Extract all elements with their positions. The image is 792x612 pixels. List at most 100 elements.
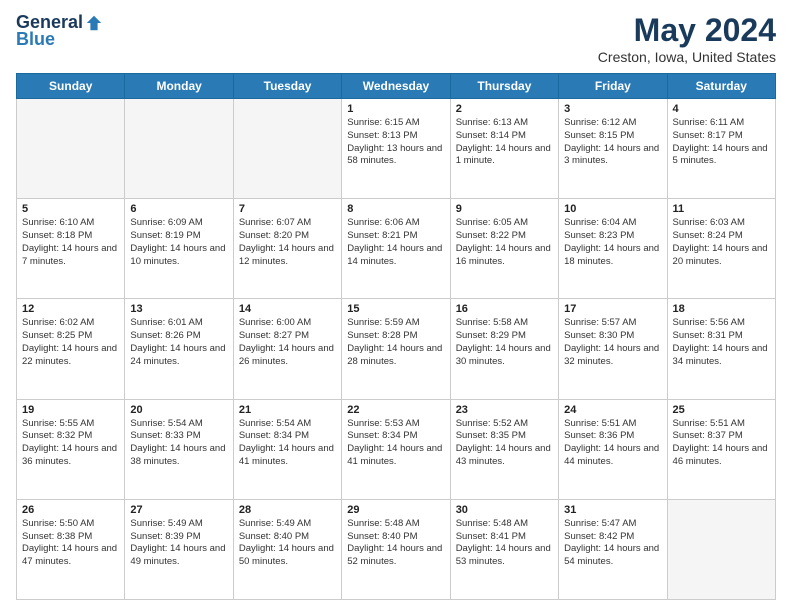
page: General Blue May 2024 Creston, Iowa, Uni… [0,0,792,612]
logo-icon [85,14,103,32]
calendar-cell: 29Sunrise: 5:48 AMSunset: 8:40 PMDayligh… [342,499,450,599]
day-number: 1 [347,103,444,115]
day-number: 9 [456,203,553,215]
logo-blue: Blue [16,29,55,50]
calendar-cell [125,99,233,199]
calendar-cell: 23 Sunrise: 5:52 AMSunset: 8:35 PMDayligh… [450,399,558,499]
month-title: May 2024 [598,12,776,49]
calendar-cell: 12 Sunrise: 6:02 AMSunset: 8:25 PMDayligh… [17,299,125,399]
day-number: 21 [239,404,336,416]
col-header-thursday: Thursday [450,74,558,99]
calendar-cell: 10Sunrise: 6:04 AMSunset: 8:23 PMDayligh… [559,199,667,299]
calendar-cell: 30 Sunrise: 5:48 AMSunset: 8:41 PMDayligh… [450,499,558,599]
cell-info: Sunrise: 5:56 AMSunset: 8:31 PMDaylight:… [673,317,770,368]
cell-info: Sunrise: 6:02 AMSunset: 8:25 PMDaylight:… [22,317,119,368]
cell-info: Sunrise: 5:52 AMSunset: 8:35 PMDaylight:… [456,418,553,469]
calendar-cell: 27Sunrise: 5:49 AMSunset: 8:39 PMDayligh… [125,499,233,599]
cell-info: Sunrise: 6:07 AMSunset: 8:20 PMDaylight:… [239,217,336,268]
cell-info: Sunrise: 6:03 AMSunset: 8:24 PMDaylight:… [673,217,770,268]
calendar-cell: 6Sunrise: 6:09 AMSunset: 8:19 PMDaylight… [125,199,233,299]
logo: General Blue [16,12,103,50]
calendar-cell: 8 Sunrise: 6:06 AMSunset: 8:21 PMDaylight… [342,199,450,299]
week-row-4: 26 Sunrise: 5:50 AMSunset: 8:38 PMDayligh… [17,499,776,599]
cell-info: Sunrise: 6:10 AMSunset: 8:18 PMDaylight:… [22,217,119,268]
col-header-friday: Friday [559,74,667,99]
calendar: SundayMondayTuesdayWednesdayThursdayFrid… [16,73,776,600]
day-number: 6 [130,203,227,215]
cell-info: Sunrise: 5:57 AMSunset: 8:30 PMDaylight:… [564,317,661,368]
cell-info: Sunrise: 5:51 AMSunset: 8:36 PMDaylight:… [564,418,661,469]
cell-info: Sunrise: 6:15 AMSunset: 8:13 PMDaylight:… [347,117,444,168]
cell-info: Sunrise: 5:58 AMSunset: 8:29 PMDaylight:… [456,317,553,368]
day-number: 26 [22,504,119,516]
day-number: 16 [456,303,553,315]
week-row-2: 12 Sunrise: 6:02 AMSunset: 8:25 PMDayligh… [17,299,776,399]
day-number: 7 [239,203,336,215]
calendar-cell [233,99,341,199]
day-number: 8 [347,203,444,215]
calendar-cell: 13 Sunrise: 6:01 AMSunset: 8:26 PMDayligh… [125,299,233,399]
cell-info: Sunrise: 5:53 AMSunset: 8:34 PMDaylight:… [347,418,444,469]
cell-info: Sunrise: 5:47 AMSunset: 8:42 PMDaylight:… [564,518,661,569]
cell-info: Sunrise: 6:05 AMSunset: 8:22 PMDaylight:… [456,217,553,268]
calendar-cell: 11 Sunrise: 6:03 AMSunset: 8:24 PMDayligh… [667,199,775,299]
cell-info: Sunrise: 5:49 AMSunset: 8:40 PMDaylight:… [239,518,336,569]
calendar-cell: 21Sunrise: 5:54 AMSunset: 8:34 PMDayligh… [233,399,341,499]
calendar-cell: 20 Sunrise: 5:54 AMSunset: 8:33 PMDayligh… [125,399,233,499]
cell-info: Sunrise: 6:00 AMSunset: 8:27 PMDaylight:… [239,317,336,368]
calendar-cell: 19 Sunrise: 5:55 AMSunset: 8:32 PMDayligh… [17,399,125,499]
calendar-cell: 22 Sunrise: 5:53 AMSunset: 8:34 PMDayligh… [342,399,450,499]
header: General Blue May 2024 Creston, Iowa, Uni… [16,12,776,65]
calendar-cell: 26 Sunrise: 5:50 AMSunset: 8:38 PMDayligh… [17,499,125,599]
calendar-cell: 7 Sunrise: 6:07 AMSunset: 8:20 PMDaylight… [233,199,341,299]
day-number: 13 [130,303,227,315]
day-number: 31 [564,504,661,516]
day-number: 19 [22,404,119,416]
calendar-cell: 18 Sunrise: 5:56 AMSunset: 8:31 PMDayligh… [667,299,775,399]
cell-info: Sunrise: 5:54 AMSunset: 8:33 PMDaylight:… [130,418,227,469]
calendar-cell [667,499,775,599]
calendar-cell: 3 Sunrise: 6:12 AMSunset: 8:15 PMDaylight… [559,99,667,199]
day-number: 20 [130,404,227,416]
day-number: 15 [347,303,444,315]
calendar-cell: 5Sunrise: 6:10 AMSunset: 8:18 PMDaylight… [17,199,125,299]
day-number: 2 [456,103,553,115]
cell-info: Sunrise: 6:12 AMSunset: 8:15 PMDaylight:… [564,117,661,168]
calendar-cell [17,99,125,199]
cell-info: Sunrise: 6:01 AMSunset: 8:26 PMDaylight:… [130,317,227,368]
cell-info: Sunrise: 6:13 AMSunset: 8:14 PMDaylight:… [456,117,553,168]
cell-info: Sunrise: 5:48 AMSunset: 8:40 PMDaylight:… [347,518,444,569]
day-number: 18 [673,303,770,315]
week-row-3: 19 Sunrise: 5:55 AMSunset: 8:32 PMDayligh… [17,399,776,499]
cell-info: Sunrise: 5:51 AMSunset: 8:37 PMDaylight:… [673,418,770,469]
day-number: 4 [673,103,770,115]
cell-info: Sunrise: 5:48 AMSunset: 8:41 PMDaylight:… [456,518,553,569]
day-number: 23 [456,404,553,416]
col-header-sunday: Sunday [17,74,125,99]
cell-info: Sunrise: 5:50 AMSunset: 8:38 PMDaylight:… [22,518,119,569]
title-section: May 2024 Creston, Iowa, United States [598,12,776,65]
calendar-cell: 16 Sunrise: 5:58 AMSunset: 8:29 PMDayligh… [450,299,558,399]
calendar-cell: 1 Sunrise: 6:15 AMSunset: 8:13 PMDaylight… [342,99,450,199]
col-header-monday: Monday [125,74,233,99]
calendar-cell: 4Sunrise: 6:11 AMSunset: 8:17 PMDaylight… [667,99,775,199]
day-number: 12 [22,303,119,315]
day-number: 17 [564,303,661,315]
day-number: 3 [564,103,661,115]
calendar-cell: 28 Sunrise: 5:49 AMSunset: 8:40 PMDayligh… [233,499,341,599]
day-number: 10 [564,203,661,215]
cell-info: Sunrise: 5:59 AMSunset: 8:28 PMDaylight:… [347,317,444,368]
day-number: 30 [456,504,553,516]
calendar-cell: 25 Sunrise: 5:51 AMSunset: 8:37 PMDayligh… [667,399,775,499]
day-number: 11 [673,203,770,215]
cell-info: Sunrise: 5:55 AMSunset: 8:32 PMDaylight:… [22,418,119,469]
day-number: 22 [347,404,444,416]
day-number: 25 [673,404,770,416]
day-number: 28 [239,504,336,516]
calendar-cell: 15 Sunrise: 5:59 AMSunset: 8:28 PMDayligh… [342,299,450,399]
day-number: 27 [130,504,227,516]
day-number: 24 [564,404,661,416]
calendar-cell: 17 Sunrise: 5:57 AMSunset: 8:30 PMDayligh… [559,299,667,399]
cell-info: Sunrise: 6:06 AMSunset: 8:21 PMDaylight:… [347,217,444,268]
calendar-cell: 14Sunrise: 6:00 AMSunset: 8:27 PMDayligh… [233,299,341,399]
